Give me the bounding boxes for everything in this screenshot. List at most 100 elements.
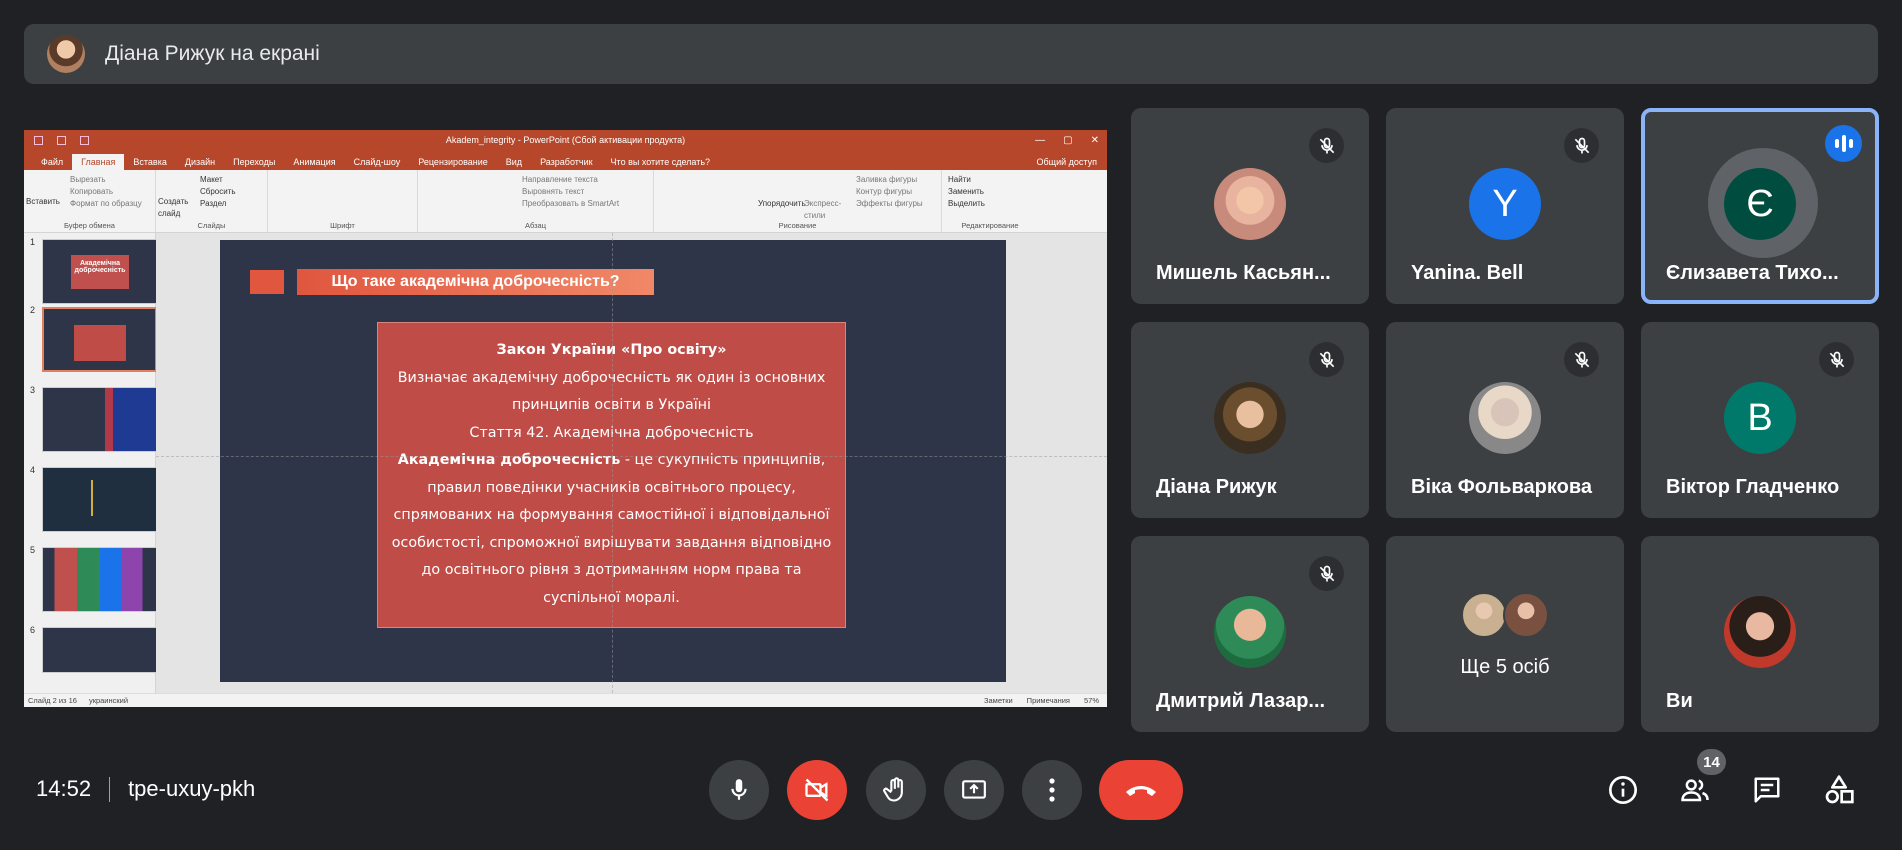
- tab-view: Вид: [505, 157, 523, 167]
- participant-tile[interactable]: Мишель Касьян...: [1131, 108, 1369, 304]
- more-options-button[interactable]: [1022, 760, 1082, 820]
- activities-icon: [1825, 775, 1854, 804]
- participant-name: Діана Рижук: [1156, 476, 1277, 498]
- share-label: Общий доступ: [1036, 157, 1097, 167]
- slide-canvas: Що таке академічна доброчесність? Закон …: [156, 233, 1107, 693]
- more-vert-icon: [1049, 778, 1055, 802]
- thumbnail-2: [42, 307, 157, 372]
- tab-home: Главная: [72, 154, 125, 170]
- participant-tile[interactable]: Діана Рижук: [1131, 322, 1369, 518]
- stacked-avatars: [1386, 592, 1624, 638]
- window-title: Akadem_integrity - PowerPoint (Сбой акти…: [445, 135, 686, 145]
- participant-tile[interactable]: Віка Фольваркова: [1386, 322, 1624, 518]
- info-icon: [1609, 776, 1637, 804]
- participant-name: Віка Фольваркова: [1411, 476, 1592, 498]
- avatar: [1469, 382, 1541, 454]
- avatar: [1214, 168, 1286, 240]
- presenter-avatar: [47, 35, 85, 73]
- thumbnail-5: [42, 547, 157, 612]
- tab-slideshow: Слайд-шоу: [353, 157, 401, 167]
- chat-icon: [1754, 777, 1780, 803]
- group-font: Шрифт: [268, 170, 418, 232]
- maximize-icon: ▢: [1063, 134, 1073, 146]
- present-button[interactable]: [944, 760, 1004, 820]
- avatar: [1724, 596, 1796, 668]
- raise-hand-button[interactable]: [866, 760, 926, 820]
- group-slides: Макет Сбросить Раздел Создать слайд Слай…: [156, 170, 268, 232]
- tab-animation: Анимация: [293, 157, 336, 167]
- people-button[interactable]: [1675, 772, 1715, 808]
- camera-off-icon: [805, 778, 829, 802]
- participant-name: Віктор Гладченко: [1666, 476, 1840, 498]
- mic-off-icon: [1309, 342, 1344, 377]
- camera-button[interactable]: [787, 760, 847, 820]
- tab-design: Дизайн: [184, 157, 216, 167]
- speaking-indicator-icon: [1825, 125, 1862, 162]
- hand-icon: [883, 777, 903, 802]
- participant-name: Мишель Касьян...: [1156, 262, 1331, 284]
- ribbon-tabs: Файл Главная Вставка Дизайн Переходы Ани…: [24, 150, 1107, 170]
- meeting-code: tpe-uxuy-pkh: [128, 776, 256, 801]
- participant-tile[interactable]: Дмитрий Лазар...: [1131, 536, 1369, 732]
- tab-file: Файл: [41, 157, 64, 167]
- meeting-info: 14:52 tpe-uxuy-pkh: [36, 776, 255, 802]
- self-tile[interactable]: Ви: [1641, 536, 1879, 732]
- group-drawing: Заливка фигуры Контур фигуры Эффекты фиг…: [654, 170, 942, 232]
- participant-name: Yanina. Bell: [1411, 262, 1524, 284]
- people-icon: [1681, 779, 1709, 802]
- shared-screen: Akadem_integrity - PowerPoint (Сбой акти…: [24, 130, 1107, 707]
- powerpoint-statusbar: Слайд 2 из 16 украинский Заметки Примеча…: [24, 693, 1107, 707]
- tab-developer: Разработчик: [540, 157, 593, 167]
- participant-name: Єлизавета Тихо...: [1666, 262, 1839, 284]
- present-screen-icon: [962, 780, 986, 799]
- avatar: B: [1724, 382, 1796, 454]
- presenting-banner: Діана Рижук на екрані: [24, 24, 1878, 84]
- ribbon: Вырезать Копировать Формат по образцу Вс…: [24, 170, 1107, 233]
- slide-title: Що таке академічна доброчесність?: [297, 269, 654, 295]
- mic-off-icon: [1309, 556, 1344, 591]
- mic-off-icon: [1564, 342, 1599, 377]
- thumbnail-4: [42, 467, 157, 532]
- avatar: [1214, 596, 1286, 668]
- thumbnail-6: [42, 627, 157, 673]
- leave-call-button[interactable]: [1099, 760, 1183, 820]
- hang-up-icon: [1126, 786, 1156, 796]
- current-slide: Що таке академічна доброчесність? Закон …: [220, 240, 1006, 682]
- tab-review: Рецензирование: [418, 157, 488, 167]
- avatar: [1461, 592, 1507, 638]
- close-icon: ✕: [1090, 134, 1099, 146]
- mic-off-icon: [1564, 128, 1599, 163]
- minimize-icon: —: [1035, 134, 1046, 146]
- participant-tile[interactable]: B Віктор Гладченко: [1641, 322, 1879, 518]
- participant-tile[interactable]: Y Yanina. Bell: [1386, 108, 1624, 304]
- mic-icon: [731, 779, 747, 800]
- mic-off-icon: [1309, 128, 1344, 163]
- thumbnail-1: Академічна доброчесність: [42, 239, 157, 304]
- more-participants-label: Ще 5 осіб: [1460, 656, 1550, 678]
- group-editing: Найти Заменить Выделить Редактирование: [948, 175, 1019, 230]
- avatar: [1214, 382, 1286, 454]
- avatar: [1503, 592, 1549, 638]
- participant-name: Ви: [1666, 690, 1693, 712]
- powerpoint-titlebar: Akadem_integrity - PowerPoint (Сбой акти…: [24, 130, 1107, 150]
- avatar: Є: [1724, 168, 1796, 240]
- group-paragraph: Направление текста Выровнять текст Преоб…: [418, 170, 654, 232]
- activities-button[interactable]: [1819, 772, 1859, 808]
- meeting-details-button[interactable]: [1603, 772, 1643, 808]
- participant-count-badge: 14: [1697, 749, 1726, 775]
- mic-off-icon: [1819, 342, 1854, 377]
- chat-button[interactable]: [1747, 772, 1787, 808]
- header-accent: [250, 270, 284, 294]
- presenting-text: Діана Рижук на екрані: [105, 42, 320, 65]
- clock: 14:52: [36, 776, 92, 801]
- tell-me-search: Что вы хотите сделать?: [610, 157, 711, 167]
- avatar: Y: [1469, 168, 1541, 240]
- thumbnail-3: [42, 387, 157, 452]
- tab-transitions: Переходы: [233, 157, 276, 167]
- participant-tile-speaking[interactable]: Є Єлизавета Тихо...: [1641, 108, 1879, 304]
- participant-name: Дмитрий Лазар...: [1156, 690, 1326, 712]
- group-clipboard: Вырезать Копировать Формат по образцу Вс…: [24, 170, 156, 232]
- tab-insert: Вставка: [133, 157, 167, 167]
- more-participants-tile[interactable]: Ще 5 осіб: [1386, 536, 1624, 732]
- mic-button[interactable]: [709, 760, 769, 820]
